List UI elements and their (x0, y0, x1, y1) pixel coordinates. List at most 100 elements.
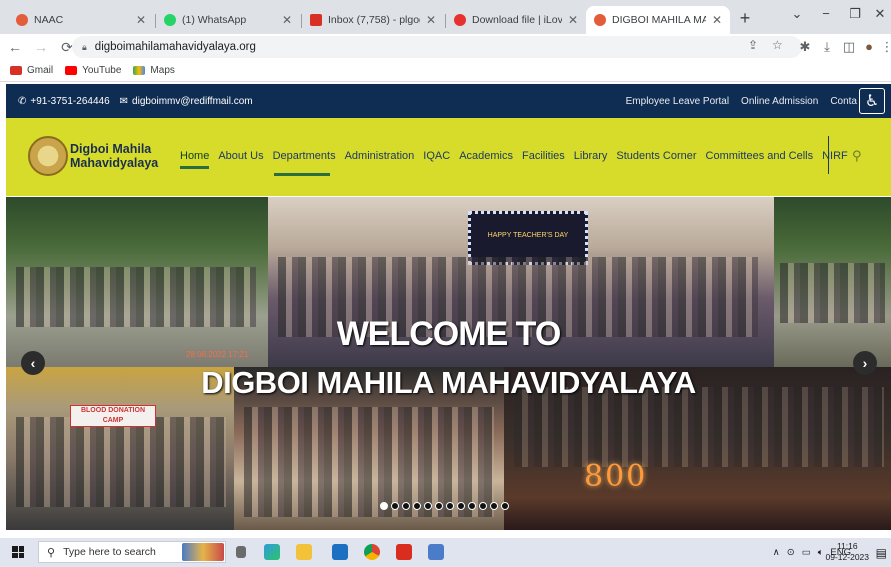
contact-phone[interactable]: ✆ +91-3751-264446 (18, 96, 110, 107)
close-tab-icon[interactable]: ✕ (712, 13, 722, 27)
tab-search-chevron-icon[interactable]: ⌄ (786, 6, 808, 22)
photo-people (244, 407, 494, 517)
slider-dot[interactable] (435, 502, 443, 510)
accessibility-icon[interactable]: ♿︎ (859, 88, 885, 114)
contact-email[interactable]: ✉ digboimmv@rediffmail.com (120, 96, 253, 107)
nav-home[interactable]: Home (180, 150, 210, 169)
chrome-icon[interactable] (364, 544, 380, 560)
phone-text: +91-3751-264446 (30, 95, 110, 107)
site-header: Digboi Mahila Mahavidyalaya Home About U… (6, 118, 891, 196)
slider-dot[interactable] (490, 502, 498, 510)
minimize-button[interactable]: − (815, 6, 837, 21)
file-explorer-icon[interactable] (296, 544, 312, 560)
pdf-reader-icon[interactable] (396, 544, 412, 560)
slider-dot[interactable] (380, 502, 388, 510)
slider-dot[interactable] (446, 502, 454, 510)
close-tab-icon[interactable]: ✕ (426, 13, 436, 27)
slider-dot[interactable] (402, 502, 410, 510)
nav-facilities[interactable]: Facilities (522, 150, 565, 169)
bookmark-star-icon[interactable]: ☆ (772, 38, 783, 52)
display-icon[interactable]: ▭ (802, 547, 811, 558)
site-contact-strip: ✆ +91-3751-264446 ✉ digboimmv@rediffmail… (6, 84, 891, 118)
slider-dot[interactable] (391, 502, 399, 510)
blood-donation-banner: BLOOD DONATION CAMP (70, 405, 156, 427)
new-tab-button[interactable]: + (734, 8, 756, 29)
close-window-button[interactable]: ✕ (869, 6, 891, 22)
phone-icon: ✆ (18, 95, 27, 107)
college-name-line2: Mahavidyalaya (70, 156, 159, 170)
tab-digboi-active[interactable]: DIGBOI MAHILA MAHA VID ✕ (586, 6, 730, 34)
close-tab-icon[interactable]: ✕ (136, 13, 146, 27)
bookmark-youtube[interactable]: YouTube (65, 65, 121, 76)
notification-icon[interactable]: ▤ (876, 546, 887, 560)
hero-title-line2: DIGBOI MAHILA MAHAVIDYALAYA (201, 365, 696, 400)
nav-about-us[interactable]: About Us (218, 150, 263, 169)
forward-arrow-icon[interactable]: → (30, 39, 52, 55)
slider-dot[interactable] (457, 502, 465, 510)
slider-dot[interactable] (479, 502, 487, 510)
nav-academics[interactable]: Academics (459, 150, 513, 169)
taskbar-clock[interactable]: 11:16 09-12-2023 (826, 541, 869, 563)
nav-departments[interactable]: Departments (273, 150, 336, 169)
download-icon[interactable]: ⤓ (818, 39, 836, 55)
college-logo[interactable] (28, 136, 68, 176)
windows-start-icon[interactable] (12, 546, 24, 558)
main-nav: Home About Us Departments Administration… (180, 150, 857, 169)
close-tab-icon[interactable]: ✕ (282, 13, 292, 27)
tab-gmail-inbox[interactable]: Inbox (7,758) - plgogoidem ✕ (302, 6, 444, 34)
extensions-icon[interactable]: ✱ (796, 39, 814, 55)
lock-icon[interactable]: 🔒︎ (82, 42, 87, 53)
slider-dot[interactable] (501, 502, 509, 510)
maps-icon (133, 66, 146, 75)
mail-icon[interactable] (332, 544, 348, 560)
nav-students-corner[interactable]: Students Corner (616, 150, 696, 169)
candle-number: 800 (584, 459, 648, 494)
share-icon[interactable]: ⇪ (748, 38, 758, 52)
clock-date: 09-12-2023 (825, 552, 869, 562)
link-employee-leave-portal[interactable]: Employee Leave Portal (626, 96, 729, 107)
sidepanel-icon[interactable]: ◫ (840, 39, 858, 55)
link-contact[interactable]: Conta (830, 96, 857, 107)
tab-whatsapp[interactable]: (1) WhatsApp ✕ (156, 6, 300, 34)
nav-nirf[interactable]: NIRF (822, 150, 848, 169)
menu-kebab-icon[interactable]: ⋮ (878, 39, 891, 55)
bookmark-label: YouTube (82, 65, 122, 76)
task-view-icon[interactable] (236, 546, 246, 558)
volume-icon[interactable]: 🔈︎ (818, 547, 824, 558)
tab-title: DIGBOI MAHILA MAHA VID (612, 14, 706, 26)
bookmark-gmail[interactable]: Gmail (10, 65, 53, 76)
ilovepdf-favicon-icon (454, 14, 466, 26)
gmail-favicon-icon (310, 14, 322, 26)
tab-title: Inbox (7,758) - plgogoidem (328, 14, 420, 26)
slider-dot[interactable] (468, 502, 476, 510)
nav-library[interactable]: Library (574, 150, 608, 169)
back-arrow-icon[interactable]: ← (4, 39, 26, 55)
search-highlight-image[interactable] (182, 543, 224, 561)
mail-icon: ✉ (119, 95, 129, 107)
link-online-admission[interactable]: Online Admission (741, 96, 818, 107)
bookmarks-bar: Gmail YouTube Maps (0, 60, 891, 82)
close-tab-icon[interactable]: ✕ (568, 13, 578, 27)
bookmark-maps[interactable]: Maps (133, 65, 175, 76)
college-name[interactable]: Digboi Mahila Mahavidyalaya (70, 142, 158, 170)
slider-dot[interactable] (424, 502, 432, 510)
tab-naac[interactable]: NAAC ✕ (8, 6, 154, 34)
nav-iqac[interactable]: IQAC (423, 150, 450, 169)
network-icon[interactable]: ⊙ (787, 547, 795, 558)
edge-icon[interactable] (264, 544, 280, 560)
nav-committees-and-cells[interactable]: Committees and Cells (706, 150, 814, 169)
maximize-button[interactable]: ❐ (844, 6, 866, 22)
tray-chevron-icon[interactable]: ∧ (773, 547, 780, 558)
tab-ilovepdf[interactable]: Download file | iLovePDF ✕ (446, 6, 586, 34)
slider-prev-button[interactable]: ‹ (21, 351, 45, 375)
search-icon[interactable]: ⚲ (852, 148, 862, 164)
nav-hover-underline (274, 173, 330, 176)
nav-administration[interactable]: Administration (345, 150, 415, 169)
photos-icon[interactable] (428, 544, 444, 560)
url-omnibox[interactable]: 🔒︎ digboimahilamahavidyalaya.org ⇪ ☆ (72, 36, 802, 58)
slider-dot[interactable] (413, 502, 421, 510)
slider-next-button[interactable]: › (853, 351, 877, 375)
photo-people (16, 417, 226, 507)
profile-avatar-icon[interactable]: ● (860, 39, 878, 54)
slider-dots (380, 502, 512, 510)
